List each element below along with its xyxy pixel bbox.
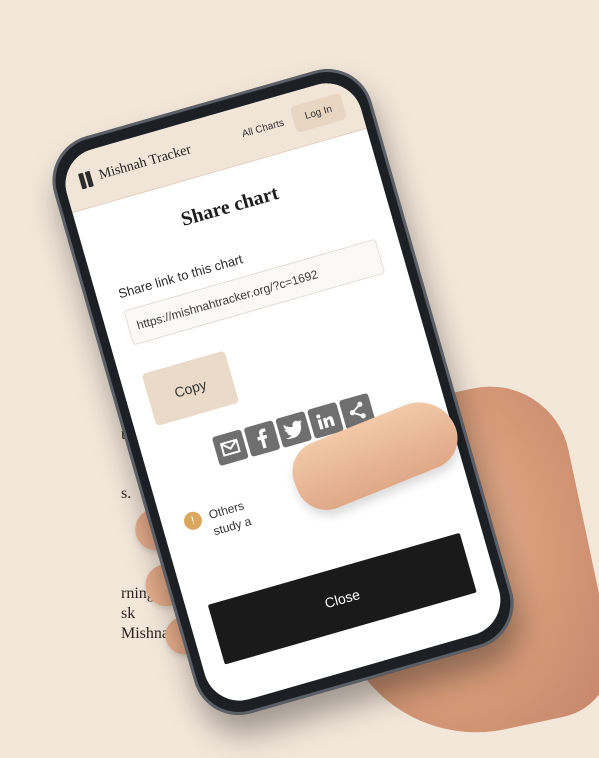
brand-name: Mishnah Tracker (97, 141, 193, 183)
text-fragment: sk (121, 605, 136, 622)
facebook-icon[interactable] (243, 420, 281, 458)
notice-text: Others study a (207, 497, 254, 540)
copy-button[interactable]: Copy (141, 350, 240, 427)
nav-all-charts[interactable]: All Charts (241, 118, 286, 141)
login-button[interactable]: Log In (289, 92, 348, 134)
books-logo-icon (77, 170, 96, 189)
text-fragment: s. (121, 485, 132, 502)
email-icon[interactable] (211, 429, 249, 467)
brand[interactable]: Mishnah Tracker (77, 141, 193, 189)
info-icon: ! (181, 509, 205, 532)
twitter-icon[interactable] (275, 410, 313, 449)
close-button[interactable]: Close (207, 532, 477, 665)
